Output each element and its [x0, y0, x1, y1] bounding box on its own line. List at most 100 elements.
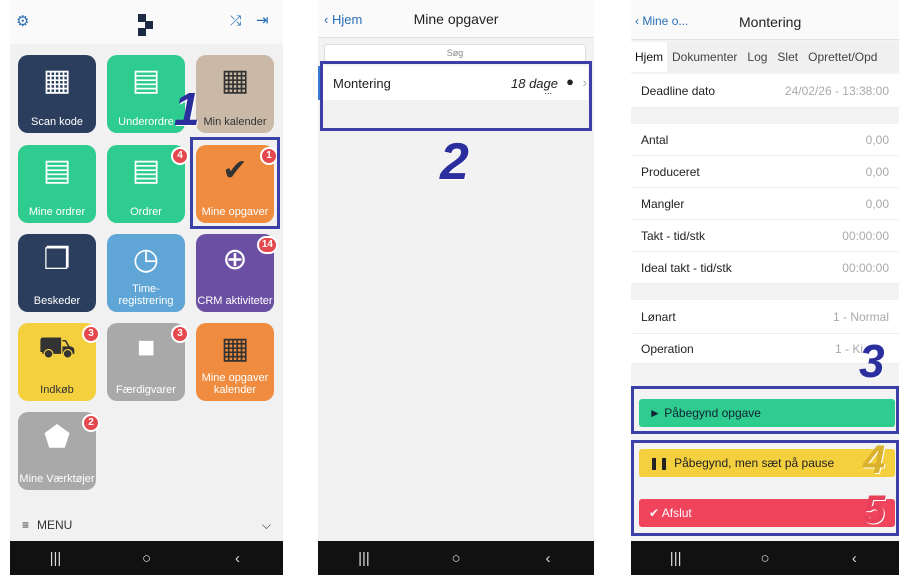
step-number: 3: [859, 335, 885, 387]
tile-1[interactable]: ▦ Scan kode: [18, 55, 96, 133]
qr-code-icon: ▦: [42, 64, 72, 97]
lonart-row: Lønart 1 - Normal: [631, 300, 899, 334]
tile-7[interactable]: ❐ Beskeder: [18, 234, 96, 312]
field-value: 00:00:00: [842, 260, 889, 275]
header: ‹ Hjem Mine opgaver: [318, 0, 594, 38]
calendar-icon: ▦: [220, 332, 250, 365]
phone-task-detail: ‹ Mine o... Montering Hjem Dokumenter Lo…: [631, 0, 899, 575]
chevron-down-icon: ⌵: [261, 517, 271, 532]
field-row: Produceret 0,00: [631, 156, 899, 188]
field-label: Takt - tid/stk: [641, 228, 706, 243]
field-value: 24/02/26 - 13:38:00: [784, 83, 889, 98]
field-row: Antal 0,00: [631, 124, 899, 156]
home-icon[interactable]: ○: [127, 550, 167, 567]
notification-badge: 3: [171, 325, 189, 343]
phone-task-list: ‹ Hjem Mine opgaver Søg Montering 18 dag…: [318, 0, 594, 575]
recents-icon[interactable]: |||: [36, 550, 76, 567]
calendar-icon: ▦: [220, 64, 250, 97]
recents-icon[interactable]: |||: [344, 550, 384, 567]
button-label: ► Påbegynd opgave: [649, 406, 761, 420]
logo-icon: [138, 14, 153, 36]
tile-11[interactable]: ■ Færdigvarer 3: [107, 323, 189, 401]
field-value: 0,00: [865, 196, 889, 211]
deadline-row: Deadline dato 24/02/26 - 13:38:00: [631, 74, 899, 108]
tile-label: Min kalender: [203, 116, 267, 128]
home-icon[interactable]: ○: [745, 550, 785, 567]
top-bar: ⚙ ⤮ ⇥: [10, 0, 283, 44]
shuffle-icon[interactable]: ⤮: [230, 12, 241, 29]
clock-icon: ◷: [132, 243, 160, 276]
tile-label: Færdigvarer: [116, 384, 176, 396]
tab-oprettet[interactable]: Oprettet/Opd: [803, 50, 882, 64]
gear-icon[interactable]: ⚙: [16, 12, 29, 30]
tab-log[interactable]: Log: [742, 50, 772, 64]
field-label: Lønart: [641, 309, 676, 324]
tile-label: Mine Værktøjer: [19, 473, 95, 485]
tab-bar: Hjem Dokumenter Log Slet Oprettet/Opd: [631, 42, 899, 72]
back-label: Mine o...: [642, 14, 689, 28]
step-number: 4: [863, 438, 886, 482]
field-row: Ideal takt - tid/stk 00:00:00: [631, 252, 899, 284]
android-nav-bar: ||| ○ ‹: [318, 541, 594, 575]
tile-5[interactable]: ▤ Ordrer 4: [107, 145, 189, 223]
pause-icon: ❚❚: [649, 456, 670, 470]
back-icon[interactable]: ‹: [528, 550, 568, 567]
button-label: ✔ Afslut: [649, 506, 692, 520]
android-nav-bar: ||| ○ ‹: [10, 541, 283, 575]
tile-9[interactable]: ⊕ CRM aktiviteter 14: [196, 234, 278, 312]
tile-label: Time-registrering: [118, 283, 174, 307]
home-icon[interactable]: ○: [436, 550, 476, 567]
tile-8[interactable]: ◷ Time-registrering: [107, 234, 185, 312]
menu-label: MENU: [37, 518, 73, 532]
field-row: Mangler 0,00: [631, 188, 899, 220]
android-nav-bar: ||| ○ ‹: [631, 541, 899, 575]
menu-icon: ≡: [22, 518, 30, 532]
step-number: 1: [174, 83, 200, 135]
notification-badge: 4: [171, 147, 189, 165]
finish-button[interactable]: ✔ Afslut: [639, 499, 895, 527]
notification-badge: 3: [82, 325, 100, 343]
tile-12[interactable]: ▦ Mine opgaver kalender: [196, 323, 274, 401]
page-title: Montering: [739, 14, 802, 30]
tile-13[interactable]: ⬟ Mine Værktøjer 2: [18, 412, 100, 490]
tile-label: Ordrer: [130, 206, 162, 218]
field-value: 1 - Normal: [832, 309, 889, 324]
tile-4[interactable]: ▤ Mine ordrer: [18, 145, 96, 223]
field-label: Produceret: [641, 164, 700, 179]
tile-10[interactable]: ⛟ Indkøb 3: [18, 323, 100, 401]
search-input[interactable]: Søg: [324, 44, 586, 62]
tab-hjem[interactable]: Hjem: [631, 42, 668, 72]
button-label: Påbegynd, men sæt på pause: [674, 456, 835, 470]
document-icon: ▤: [42, 154, 72, 187]
step-number: 5: [863, 488, 886, 532]
notification-badge: 2: [82, 414, 100, 432]
field-label: Deadline dato: [641, 83, 716, 98]
field-label: Mangler: [641, 196, 685, 211]
back-icon[interactable]: ‹: [834, 550, 874, 567]
tile-label: Mine opgaver kalender: [201, 372, 269, 396]
tab-slet[interactable]: Slet: [772, 50, 803, 64]
field-value: 00:00:00: [842, 228, 889, 243]
pause-button[interactable]: ❚❚ Påbegynd, men sæt på pause: [639, 449, 895, 477]
logout-icon[interactable]: ⇥: [256, 11, 269, 29]
field-label: Operation: [641, 341, 694, 356]
start-task-button[interactable]: ► Påbegynd opgave: [639, 399, 895, 427]
highlight-box: [190, 137, 280, 229]
recents-icon[interactable]: |||: [656, 550, 696, 567]
tile-label: CRM aktiviteter: [197, 295, 273, 307]
tile-label: Mine ordrer: [28, 206, 86, 218]
phone-home-screen: ⚙ ⤮ ⇥ ▦ Scan kode ▤ Underordre ▦ Min kalender…: [10, 0, 283, 575]
chat-icon: ❐: [43, 243, 71, 276]
search-placeholder: Søg: [446, 48, 464, 58]
field-label: Ideal takt - tid/stk: [641, 260, 732, 275]
tile-3[interactable]: ▦ Min kalender: [196, 55, 274, 133]
highlight-box: [320, 61, 592, 131]
tile-label: Scan kode: [31, 116, 83, 128]
field-row: Takt - tid/stk 00:00:00: [631, 220, 899, 252]
back-icon[interactable]: ‹: [218, 550, 258, 567]
back-button[interactable]: ‹ Mine o...: [635, 14, 688, 28]
tab-dokumenter[interactable]: Dokumenter: [667, 50, 742, 64]
menu-bar[interactable]: ≡ MENU ⌵: [10, 510, 283, 540]
header: ‹ Mine o... Montering: [631, 0, 899, 40]
tile-label: Indkøb: [40, 384, 74, 396]
